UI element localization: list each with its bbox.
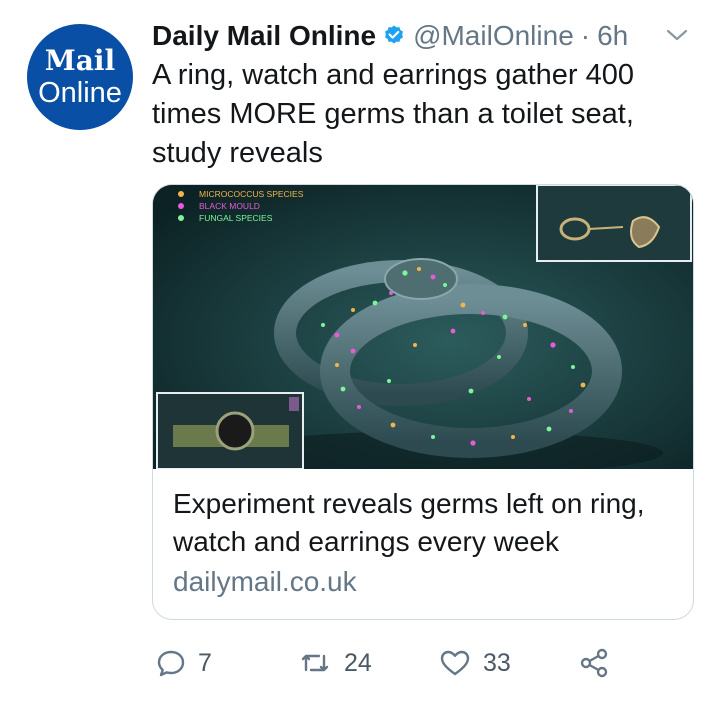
tweet-actions: 7 24 33 (0, 640, 720, 690)
tweet-header: Daily Mail Online @MailOnline · 6h (152, 18, 628, 54)
avatar[interactable]: Mail Online (27, 24, 133, 130)
avatar-line1: Mail (44, 44, 116, 77)
like-button[interactable]: 33 (439, 640, 511, 686)
legend-black-mould: BLACK MOULD (199, 201, 260, 211)
avatar-line2: Online (38, 77, 122, 109)
retweet-icon (298, 648, 332, 678)
retweet-button[interactable]: 24 (298, 640, 372, 686)
like-icon (439, 648, 471, 678)
verified-badge-icon (382, 24, 406, 48)
handle[interactable]: @MailOnline (413, 20, 574, 52)
earrings-inset (536, 185, 692, 262)
reply-icon (156, 648, 186, 678)
retweet-count: 24 (344, 648, 372, 677)
reply-count: 7 (198, 648, 212, 677)
card-body: Experiment reveals germs left on ring, w… (173, 485, 683, 600)
legend-micrococcus: MICROCOCCUS SPECIES (199, 189, 304, 199)
like-count: 33 (483, 648, 511, 677)
share-button[interactable] (578, 640, 610, 686)
display-name[interactable]: Daily Mail Online (152, 20, 376, 52)
legend-fungal: FUNGAL SPECIES (199, 213, 273, 223)
link-card[interactable]: MICROCOCCUS SPECIES BLACK MOULD FUNGAL S… (152, 184, 694, 620)
chevron-down-icon[interactable] (664, 26, 690, 44)
separator-dot: · (580, 20, 591, 51)
timestamp[interactable]: 6h (597, 20, 628, 52)
card-title: Experiment reveals germs left on ring, w… (173, 488, 645, 557)
ring-stone (384, 258, 458, 300)
tweet-text: A ring, watch and earrings gather 400 ti… (152, 59, 635, 169)
card-domain: dailymail.co.uk (173, 566, 357, 597)
card-image[interactable]: MICROCOCCUS SPECIES BLACK MOULD FUNGAL S… (153, 185, 693, 469)
reply-button[interactable]: 7 (156, 640, 212, 686)
germ-photo: MICROCOCCUS SPECIES BLACK MOULD FUNGAL S… (153, 185, 693, 469)
share-icon (578, 647, 610, 679)
